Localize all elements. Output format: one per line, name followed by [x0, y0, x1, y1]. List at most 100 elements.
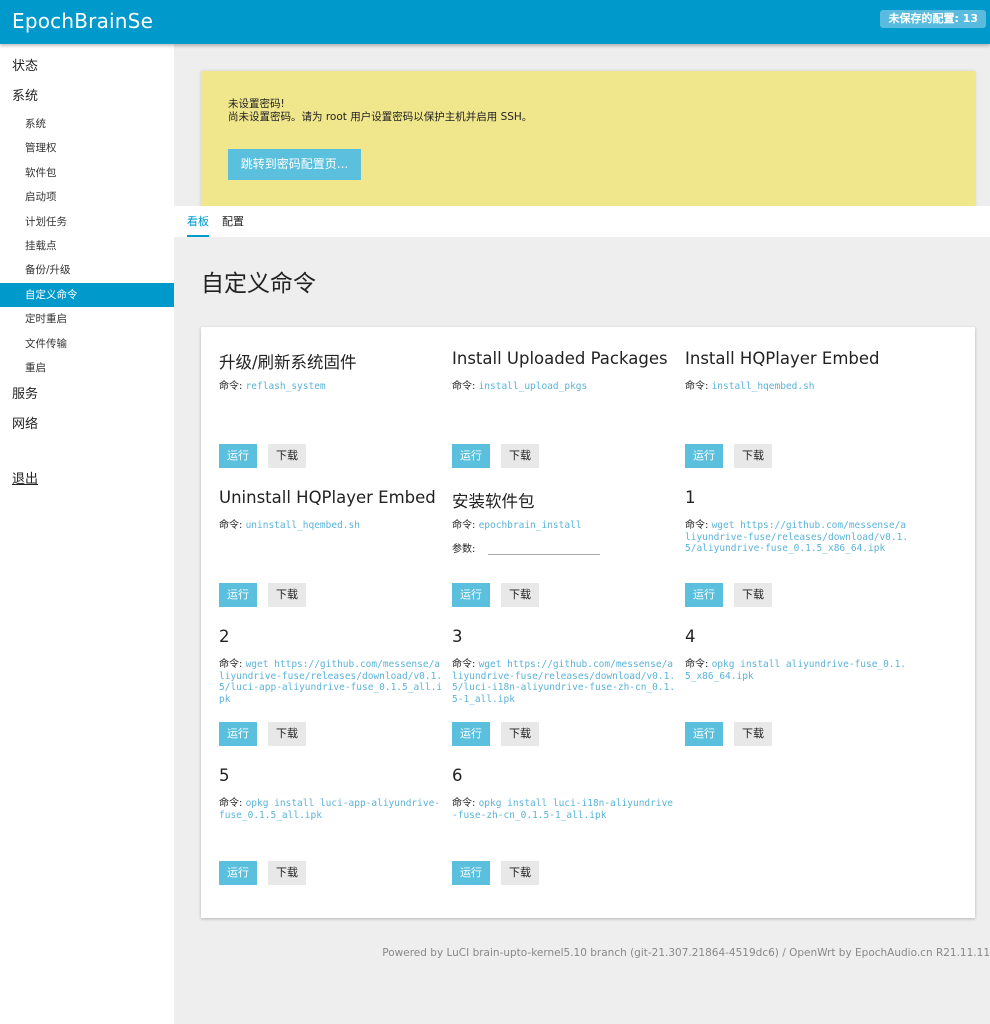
sidebar-item-network[interactable]: 网络	[0, 410, 174, 440]
sidebar-subitem-custom-commands[interactable]: 自定义命令	[0, 282, 174, 308]
command-card: 4 命令: opkg install aliyundrive-fuse_0.1.…	[685, 627, 910, 762]
command-row: 命令: wget https://github.com/messense/ali…	[219, 659, 444, 705]
run-button[interactable]: 运行	[219, 861, 257, 885]
command-row: 命令: opkg install luci-app-aliyundrive-fu…	[219, 798, 444, 821]
command-value: reflash_system	[245, 381, 326, 392]
run-button[interactable]: 运行	[452, 583, 490, 607]
command-row: 命令: install_hqembed.sh	[685, 381, 910, 393]
command-title: 升级/刷新系统固件	[219, 353, 357, 372]
brand-title[interactable]: EpochBrainSe	[12, 9, 153, 33]
sidebar-subitem-backup-upgrade[interactable]: 备份/升级	[0, 258, 174, 282]
command-card: 5 命令: opkg install luci-app-aliyundrive-…	[219, 766, 444, 901]
download-button[interactable]: 下载	[268, 861, 306, 885]
run-button[interactable]: 运行	[219, 444, 257, 468]
command-label: 命令:	[452, 798, 476, 809]
download-button[interactable]: 下载	[734, 722, 772, 746]
command-title: 4	[685, 627, 696, 646]
sidebar-subitem-file-transfer[interactable]: 文件传输	[0, 332, 174, 356]
sidebar-subitem-admin[interactable]: 管理权	[0, 136, 174, 160]
command-value: install_hqembed.sh	[711, 381, 815, 392]
run-button[interactable]: 运行	[685, 583, 723, 607]
sidebar-subitem-packages[interactable]: 软件包	[0, 161, 174, 185]
run-button[interactable]: 运行	[219, 583, 257, 607]
sidebar: 状态 系统 系统 管理权 软件包 启动项 计划任务 挂载点 备份/升级 自定义命…	[0, 44, 174, 1024]
command-card: Uninstall HQPlayer Embed 命令: uninstall_h…	[219, 488, 444, 623]
command-label: 命令:	[219, 798, 243, 809]
command-title: 1	[685, 488, 696, 507]
command-card: 安装软件包 命令: epochbrain_install 参数: 运行 下载	[452, 488, 677, 623]
download-button[interactable]: 下载	[501, 444, 539, 468]
command-row: 命令: wget https://github.com/messense/ali…	[685, 520, 910, 555]
download-button[interactable]: 下载	[501, 722, 539, 746]
params-label: 参数:	[452, 544, 476, 555]
run-button[interactable]: 运行	[452, 722, 490, 746]
command-value: wget https://github.com/messense/aliyund…	[219, 659, 443, 705]
command-row: 命令: wget https://github.com/messense/ali…	[452, 659, 677, 705]
footer-text: Powered by LuCI brain-upto-kernel5.10 br…	[382, 947, 990, 959]
command-title: 2	[219, 627, 230, 646]
tab-config[interactable]: 配置	[222, 206, 244, 237]
run-button[interactable]: 运行	[452, 444, 490, 468]
command-label: 命令:	[219, 659, 243, 670]
commands-panel: 升级/刷新系统固件 命令: reflash_system 运行 下载 Insta…	[201, 327, 975, 918]
page-title: 自定义命令	[201, 271, 316, 297]
command-label: 命令:	[685, 520, 709, 531]
command-card: 2 命令: wget https://github.com/messense/a…	[219, 627, 444, 762]
command-value: opkg install luci-app-aliyundrive-fuse_0…	[219, 798, 441, 821]
sidebar-item-services[interactable]: 服务	[0, 380, 174, 410]
command-row: 命令: install_upload_pkgs	[452, 381, 677, 393]
download-button[interactable]: 下载	[734, 444, 772, 468]
tab-bar: 看板 配置	[174, 206, 990, 237]
run-button[interactable]: 运行	[219, 722, 257, 746]
sidebar-subitem-mount-points[interactable]: 挂载点	[0, 234, 174, 258]
command-value: uninstall_hqembed.sh	[245, 520, 360, 531]
command-label: 命令:	[685, 659, 709, 670]
main-content: 未设置密码! 尚未设置密码。请为 root 用户设置密码以保护主机并启用 SSH…	[174, 44, 990, 1024]
command-title: 5	[219, 766, 230, 785]
download-button[interactable]: 下载	[734, 583, 772, 607]
download-button[interactable]: 下载	[268, 444, 306, 468]
command-card: 3 命令: wget https://github.com/messense/a…	[452, 627, 677, 762]
sidebar-subitem-system[interactable]: 系统	[0, 112, 174, 136]
command-row: 命令: uninstall_hqembed.sh	[219, 520, 444, 532]
command-card: Install HQPlayer Embed 命令: install_hqemb…	[685, 349, 910, 484]
sidebar-subitem-scheduled-tasks[interactable]: 计划任务	[0, 210, 174, 234]
tab-dashboard[interactable]: 看板	[187, 206, 209, 237]
command-row: 命令: opkg install luci-i18n-aliyundrive-f…	[452, 798, 677, 821]
command-title: 安装软件包	[452, 492, 535, 511]
download-button[interactable]: 下载	[268, 722, 306, 746]
download-button[interactable]: 下载	[501, 583, 539, 607]
sidebar-subitem-startup[interactable]: 启动项	[0, 185, 174, 209]
download-button[interactable]: 下载	[268, 583, 306, 607]
goto-password-button[interactable]: 跳转到密码配置页...	[228, 149, 361, 180]
command-title: Uninstall HQPlayer Embed	[219, 488, 436, 507]
sidebar-subitem-reboot[interactable]: 重启	[0, 356, 174, 380]
params-input[interactable]	[488, 540, 600, 555]
command-title: 6	[452, 766, 463, 785]
command-value: opkg install aliyundrive-fuse_0.1.5_x86_…	[685, 659, 907, 682]
command-card: 6 命令: opkg install luci-i18n-aliyundrive…	[452, 766, 677, 901]
command-label: 命令:	[452, 659, 476, 670]
command-value: wget https://github.com/messense/aliyund…	[452, 659, 676, 705]
run-button[interactable]: 运行	[685, 444, 723, 468]
command-value: opkg install luci-i18n-aliyundrive-fuse-…	[452, 798, 674, 821]
top-header: EpochBrainSe 未保存的配置: 13	[0, 0, 990, 44]
run-button[interactable]: 运行	[452, 861, 490, 885]
command-value: install_upload_pkgs	[478, 381, 588, 392]
sidebar-item-system[interactable]: 系统	[0, 82, 174, 112]
command-row: 命令: opkg install aliyundrive-fuse_0.1.5_…	[685, 659, 910, 682]
sidebar-item-logout[interactable]: 退出	[0, 468, 174, 492]
command-card: Install Uploaded Packages 命令: install_up…	[452, 349, 677, 484]
command-title: Install Uploaded Packages	[452, 349, 668, 368]
password-warning-alert: 未设置密码! 尚未设置密码。请为 root 用户设置密码以保护主机并启用 SSH…	[201, 71, 975, 209]
sidebar-item-status[interactable]: 状态	[0, 52, 174, 82]
command-value: epochbrain_install	[478, 520, 582, 531]
unsaved-changes-badge[interactable]: 未保存的配置: 13	[880, 10, 986, 28]
alert-title: 未设置密码!	[228, 98, 285, 110]
command-card: 1 命令: wget https://github.com/messense/a…	[685, 488, 910, 623]
command-row: 命令: epochbrain_install	[452, 520, 677, 532]
command-label: 命令:	[685, 381, 709, 392]
sidebar-subitem-timed-reboot[interactable]: 定时重启	[0, 307, 174, 331]
run-button[interactable]: 运行	[685, 722, 723, 746]
download-button[interactable]: 下载	[501, 861, 539, 885]
